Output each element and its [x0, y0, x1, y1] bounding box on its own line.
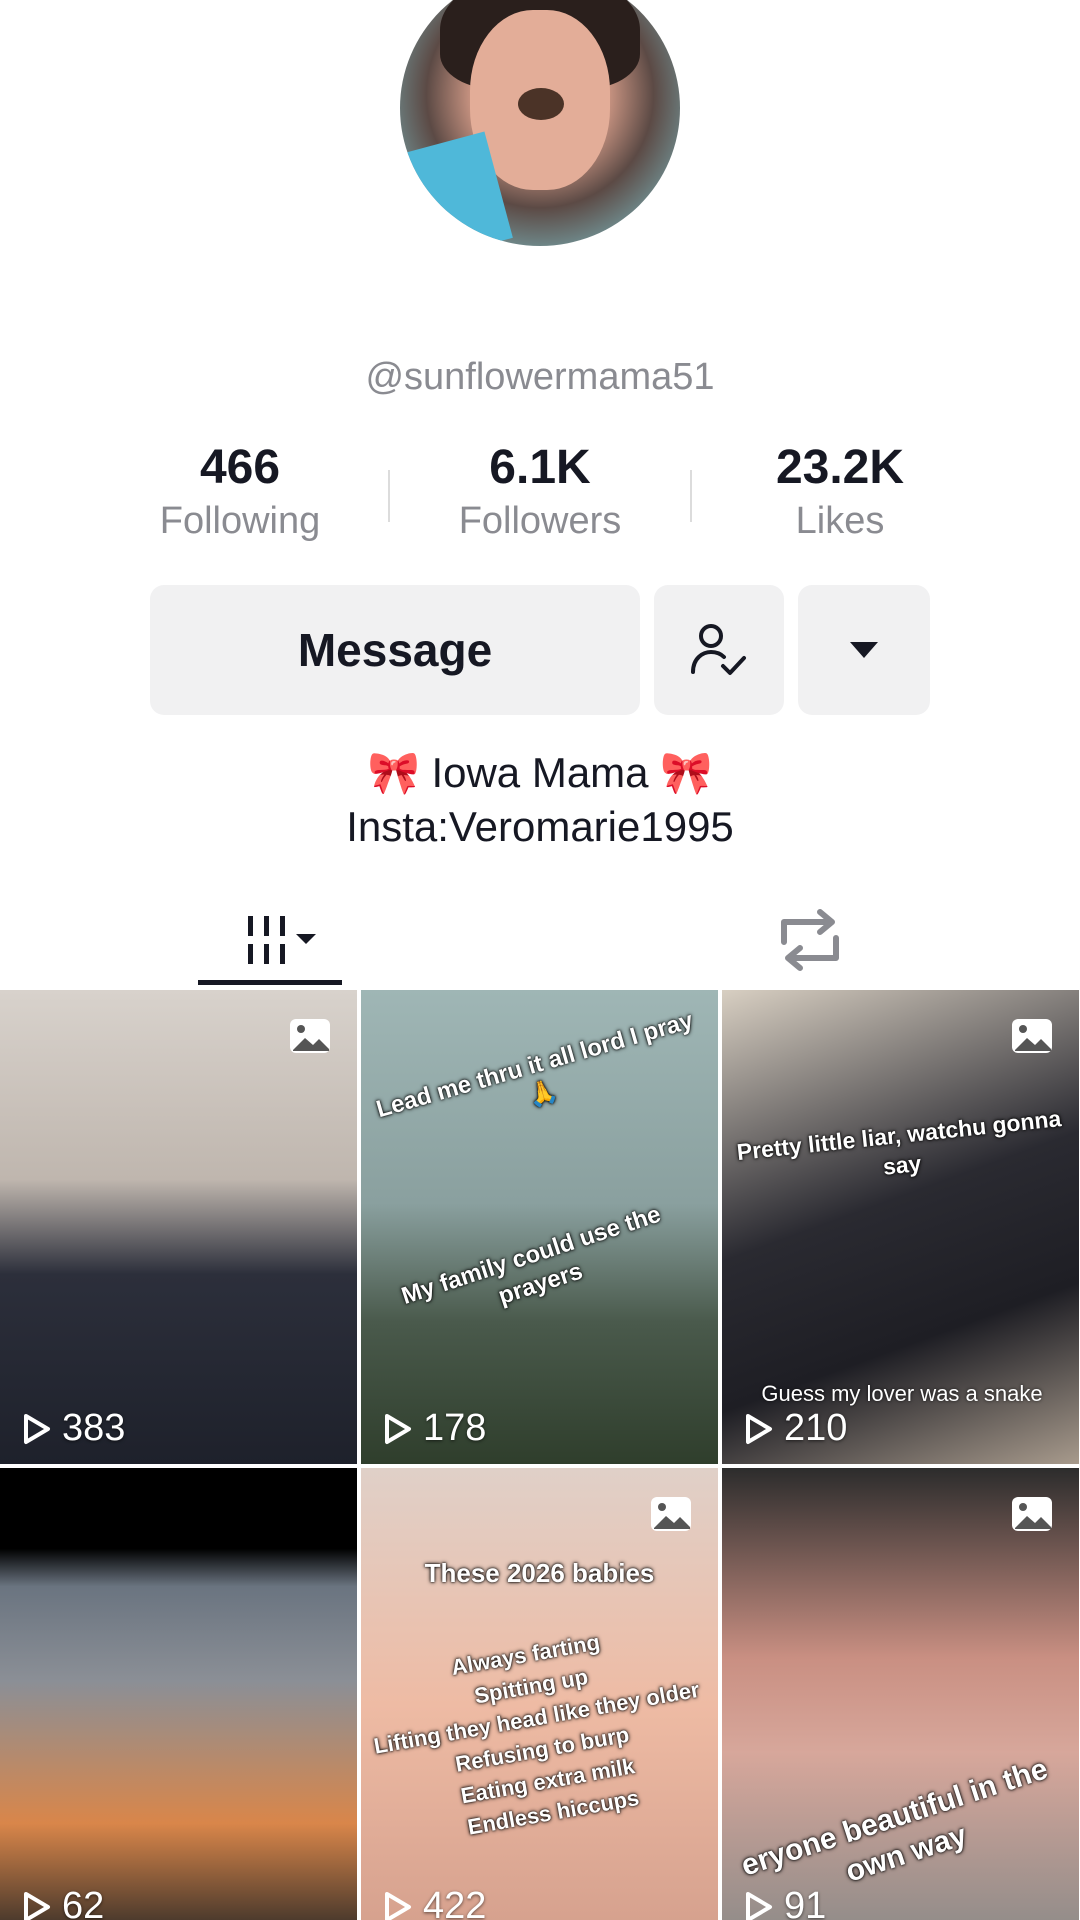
- view-count: 383: [22, 1407, 125, 1450]
- video-thumbnail[interactable]: Pretty little liar, watchu gonna say Gue…: [722, 990, 1079, 1464]
- play-icon: [24, 1891, 50, 1920]
- tab-selected-indicator: [198, 980, 342, 985]
- photo-post-icon: [1012, 1497, 1052, 1531]
- play-icon: [385, 1413, 411, 1444]
- profile-avatar[interactable]: [400, 0, 680, 246]
- video-caption: Pretty little liar, watchu gonna say: [735, 1105, 1063, 1180]
- stat-likes-label: Likes: [795, 500, 885, 542]
- tab-videos[interactable]: [198, 890, 342, 990]
- message-button[interactable]: Message: [150, 585, 640, 715]
- tab-reposts[interactable]: [740, 890, 880, 990]
- video-caption: My family could use the prayers: [398, 1200, 665, 1311]
- stat-followers[interactable]: 6.1K Followers: [430, 440, 650, 543]
- play-icon: [746, 1891, 772, 1920]
- video-thumbnail[interactable]: These 2026 babies Always farting Spittin…: [361, 1468, 718, 1920]
- stat-followers-label: Followers: [458, 500, 622, 542]
- video-thumbnail[interactable]: eryone beautiful in the own way 91: [722, 1468, 1079, 1920]
- caret-down-icon: [850, 642, 878, 658]
- play-icon: [746, 1413, 772, 1444]
- stat-following-label: Following: [159, 500, 321, 542]
- view-count-value: 178: [423, 1407, 487, 1449]
- video-caption: Guess my lover was a snake: [761, 1381, 1043, 1406]
- video-caption: Always farting Spitting up Lifting they …: [371, 1629, 702, 1840]
- more-options-button[interactable]: [798, 585, 930, 715]
- view-count-value: 383: [62, 1407, 126, 1449]
- avatar-filter-nose: [518, 88, 564, 120]
- view-count-value: 210: [784, 1407, 848, 1449]
- video-thumbnail[interactable]: 62: [0, 1468, 357, 1920]
- view-count-value: 62: [62, 1885, 105, 1920]
- bio-line-2[interactable]: Insta:Veromarie1995: [0, 800, 1080, 854]
- play-icon: [385, 1891, 411, 1920]
- view-count: 62: [22, 1885, 104, 1920]
- stat-followers-value: 6.1K: [489, 441, 591, 494]
- following-status-button[interactable]: [654, 585, 784, 715]
- user-check-icon: [691, 624, 746, 675]
- view-count-value: 91: [784, 1885, 827, 1920]
- stat-divider: [388, 470, 390, 522]
- play-icon: [24, 1413, 50, 1444]
- video-thumbnail[interactable]: Lead me thru it all lord I pray 🙏 My fam…: [361, 990, 718, 1464]
- stat-following-value: 466: [199, 441, 281, 494]
- video-caption: These 2026 babies: [424, 1558, 655, 1588]
- repost-icon: [781, 909, 839, 971]
- stat-divider: [690, 470, 692, 522]
- stat-likes[interactable]: 23.2K Likes: [730, 440, 950, 543]
- view-count: 178: [383, 1407, 486, 1450]
- photo-post-icon: [290, 1019, 330, 1053]
- photo-post-icon: [1012, 1019, 1052, 1053]
- view-count: 422: [383, 1885, 486, 1920]
- profile-bio: 🎀 Iowa Mama 🎀 Insta:Veromarie1995: [0, 746, 1080, 854]
- stat-following[interactable]: 466 Following: [130, 440, 350, 543]
- bio-line-1: 🎀 Iowa Mama 🎀: [367, 749, 713, 796]
- profile-username: @sunflowermama51: [365, 356, 715, 398]
- view-count-value: 422: [423, 1885, 487, 1920]
- view-count: 91: [744, 1885, 826, 1920]
- view-count: 210: [744, 1407, 847, 1450]
- stat-likes-value: 23.2K: [775, 441, 905, 494]
- photo-post-icon: [651, 1497, 691, 1531]
- grid-icon: [248, 916, 316, 964]
- video-caption: Lead me thru it all lord I pray 🙏: [373, 1006, 697, 1124]
- video-thumbnail[interactable]: 383: [0, 990, 357, 1464]
